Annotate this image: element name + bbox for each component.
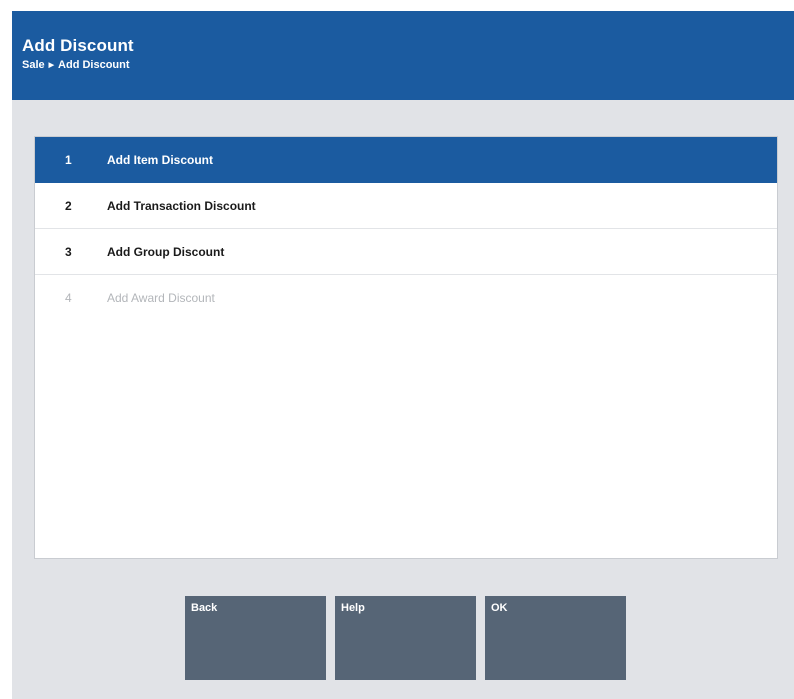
list-item-add-award-discount: 4 Add Award Discount xyxy=(35,275,777,321)
back-button-label: Back xyxy=(191,602,218,614)
header-bar: Add Discount Sale ▶ Add Discount xyxy=(12,11,794,100)
list-item-add-group-discount[interactable]: 3 Add Group Discount xyxy=(35,229,777,275)
discount-options-list: 1 Add Item Discount 2 Add Transaction Di… xyxy=(34,136,778,559)
item-number: 4 xyxy=(65,291,72,305)
breadcrumb-separator-icon: ▶ xyxy=(48,61,55,69)
help-button-label: Help xyxy=(341,602,365,614)
item-number: 3 xyxy=(65,245,72,259)
item-label: Add Group Discount xyxy=(107,245,225,259)
ok-button-label: OK xyxy=(491,602,508,614)
breadcrumb-item-sale[interactable]: Sale xyxy=(22,59,45,71)
action-button-bar: Back Help OK xyxy=(185,596,626,680)
item-label: Add Transaction Discount xyxy=(107,199,256,213)
page-title: Add Discount xyxy=(22,36,134,55)
breadcrumb-item-current: Add Discount xyxy=(58,59,130,71)
item-label: Add Award Discount xyxy=(107,291,215,305)
back-button[interactable]: Back xyxy=(185,596,326,680)
item-number: 1 xyxy=(65,153,72,167)
list-item-add-transaction-discount[interactable]: 2 Add Transaction Discount xyxy=(35,183,777,229)
help-button[interactable]: Help xyxy=(335,596,476,680)
list-item-add-item-discount[interactable]: 1 Add Item Discount xyxy=(35,137,777,183)
add-discount-screen: Add Discount Sale ▶ Add Discount 1 Add I… xyxy=(12,11,794,699)
item-number: 2 xyxy=(65,199,72,213)
breadcrumb: Sale ▶ Add Discount xyxy=(22,59,130,71)
ok-button[interactable]: OK xyxy=(485,596,626,680)
item-label: Add Item Discount xyxy=(107,153,214,167)
